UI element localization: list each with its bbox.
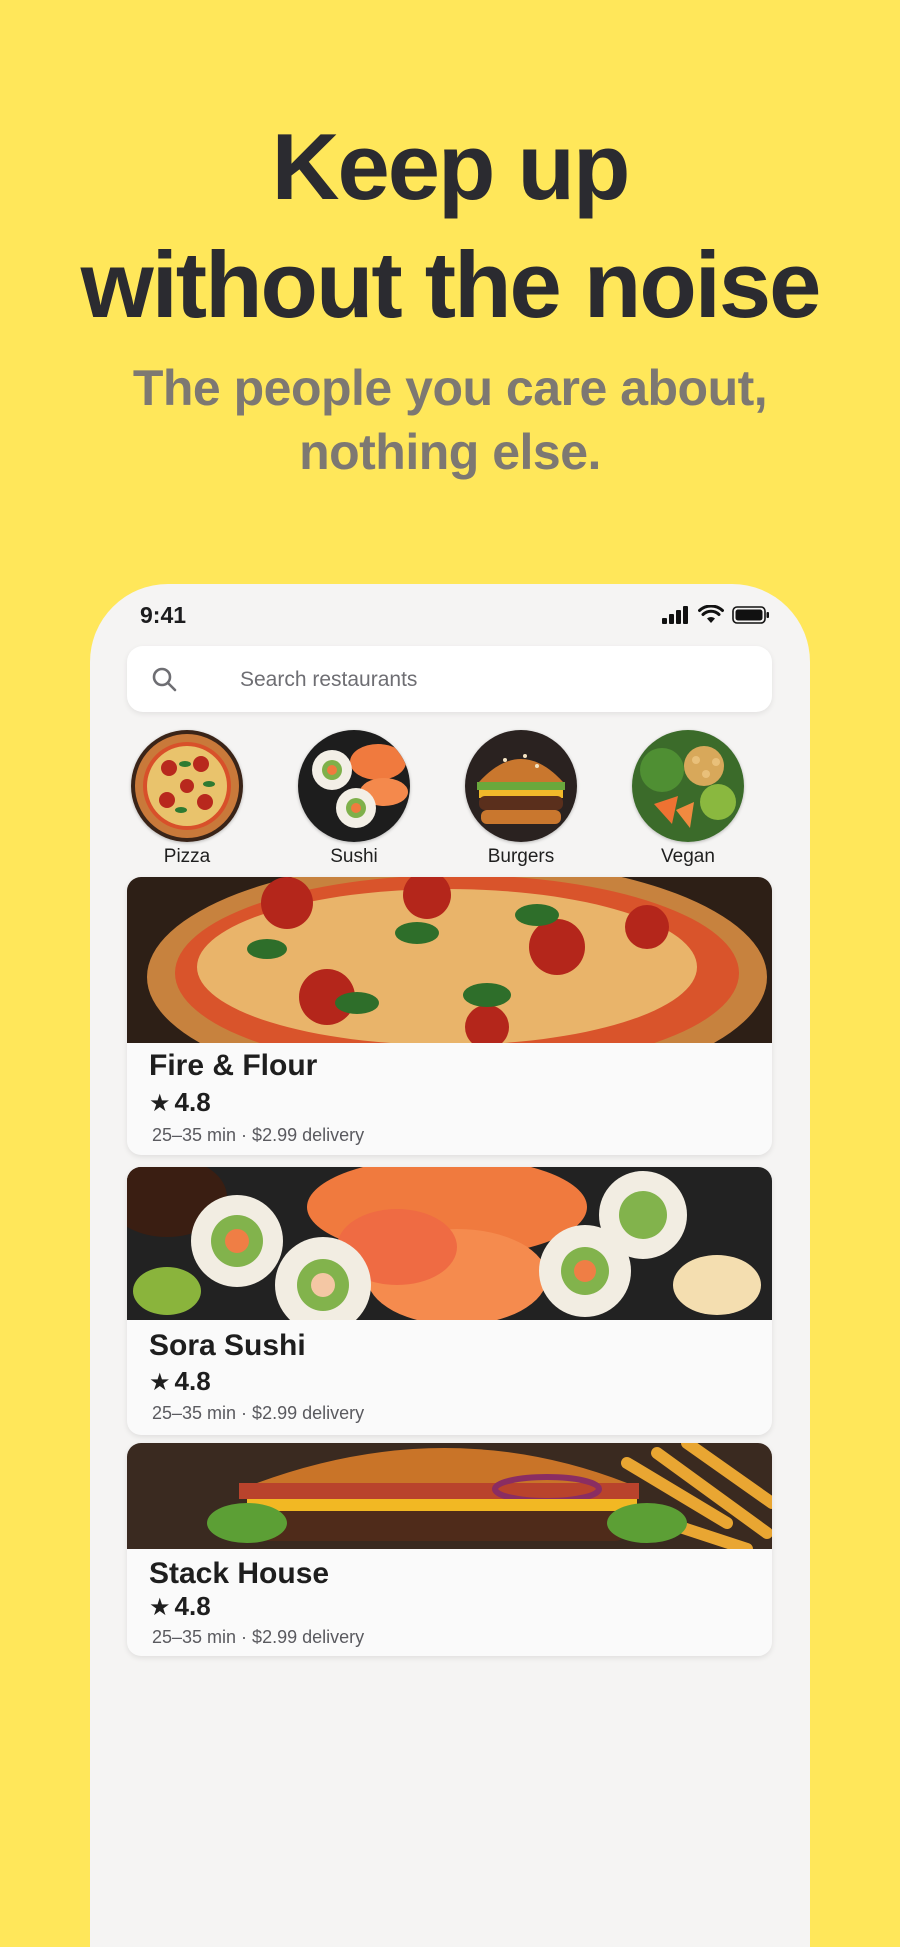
rating-value: 4.8 <box>174 1591 211 1621</box>
category-vegan[interactable]: Vegan <box>618 730 758 868</box>
search-bar[interactable]: Search restaurants <box>127 646 772 712</box>
search-input[interactable]: Search restaurants <box>240 668 417 692</box>
sushi-photo <box>127 1167 772 1320</box>
restaurant-name: Stack House <box>149 1557 330 1590</box>
category-pizza[interactable]: Pizza <box>117 730 257 868</box>
restaurant-name: Fire & Flour <box>149 1049 318 1082</box>
rating: ★ 4.8 <box>149 1591 211 1622</box>
subheadline-line-2: nothing else. <box>299 424 601 480</box>
status-bar: 9:41 <box>90 584 810 644</box>
phone-screen: 9:41 Search restaurants Pizza Sushi Burg… <box>90 584 810 1947</box>
status-icons <box>662 605 770 624</box>
category-label: Pizza <box>163 846 211 867</box>
star-icon: ★ <box>149 1594 171 1621</box>
restaurant-card[interactable]: Sora Sushi ★ 4.8 25–35 min · $2.99 delive… <box>127 1167 772 1435</box>
restaurant-card[interactable]: Stack House ★ 4.8 25–35 min · $2.99 deliv… <box>127 1443 772 1656</box>
category-sushi[interactable]: Sushi <box>284 730 424 868</box>
star-icon: ★ <box>149 1369 171 1396</box>
rating-value: 4.8 <box>174 1087 211 1117</box>
subheadline-line-1: The people you care about, <box>132 360 768 416</box>
restaurant-card[interactable]: Fire & Flour ★ 4.8 25–35 min · $2.99 deli… <box>127 877 772 1155</box>
pizza-image <box>131 730 243 842</box>
burger-image <box>465 730 577 842</box>
delivery-info: 25–35 min · $2.99 delivery <box>152 1125 365 1145</box>
signal-icon <box>662 605 688 624</box>
vegan-bowl-image <box>632 730 744 842</box>
rating: ★ 4.8 <box>149 1087 211 1118</box>
headline-line-2: without the noise <box>80 232 822 337</box>
battery-icon <box>732 605 769 624</box>
category-label: Sushi <box>330 846 378 867</box>
search-icon <box>152 667 177 692</box>
status-time: 9:41 <box>140 602 187 628</box>
pizza-photo <box>127 877 772 1043</box>
category-burgers[interactable]: Burgers <box>451 730 591 868</box>
headline: Keep up without the noise <box>0 108 900 344</box>
rating: ★ 4.8 <box>149 1366 211 1397</box>
category-row: Pizza Sushi Burgers Vegan <box>90 730 810 876</box>
star-icon: ★ <box>149 1090 171 1117</box>
category-label: Vegan <box>661 846 715 867</box>
wifi-icon <box>698 605 724 623</box>
sushi-image <box>298 730 410 842</box>
headline-line-1: Keep up <box>271 114 631 219</box>
subheadline: The people you care about, nothing else. <box>0 356 900 484</box>
restaurant-name: Sora Sushi <box>149 1329 306 1362</box>
delivery-info: 25–35 min · $2.99 delivery <box>152 1403 365 1423</box>
burger-photo <box>127 1443 772 1549</box>
rating-value: 4.8 <box>174 1366 211 1396</box>
delivery-info: 25–35 min · $2.99 delivery <box>152 1627 365 1647</box>
category-label: Burgers <box>487 846 555 867</box>
